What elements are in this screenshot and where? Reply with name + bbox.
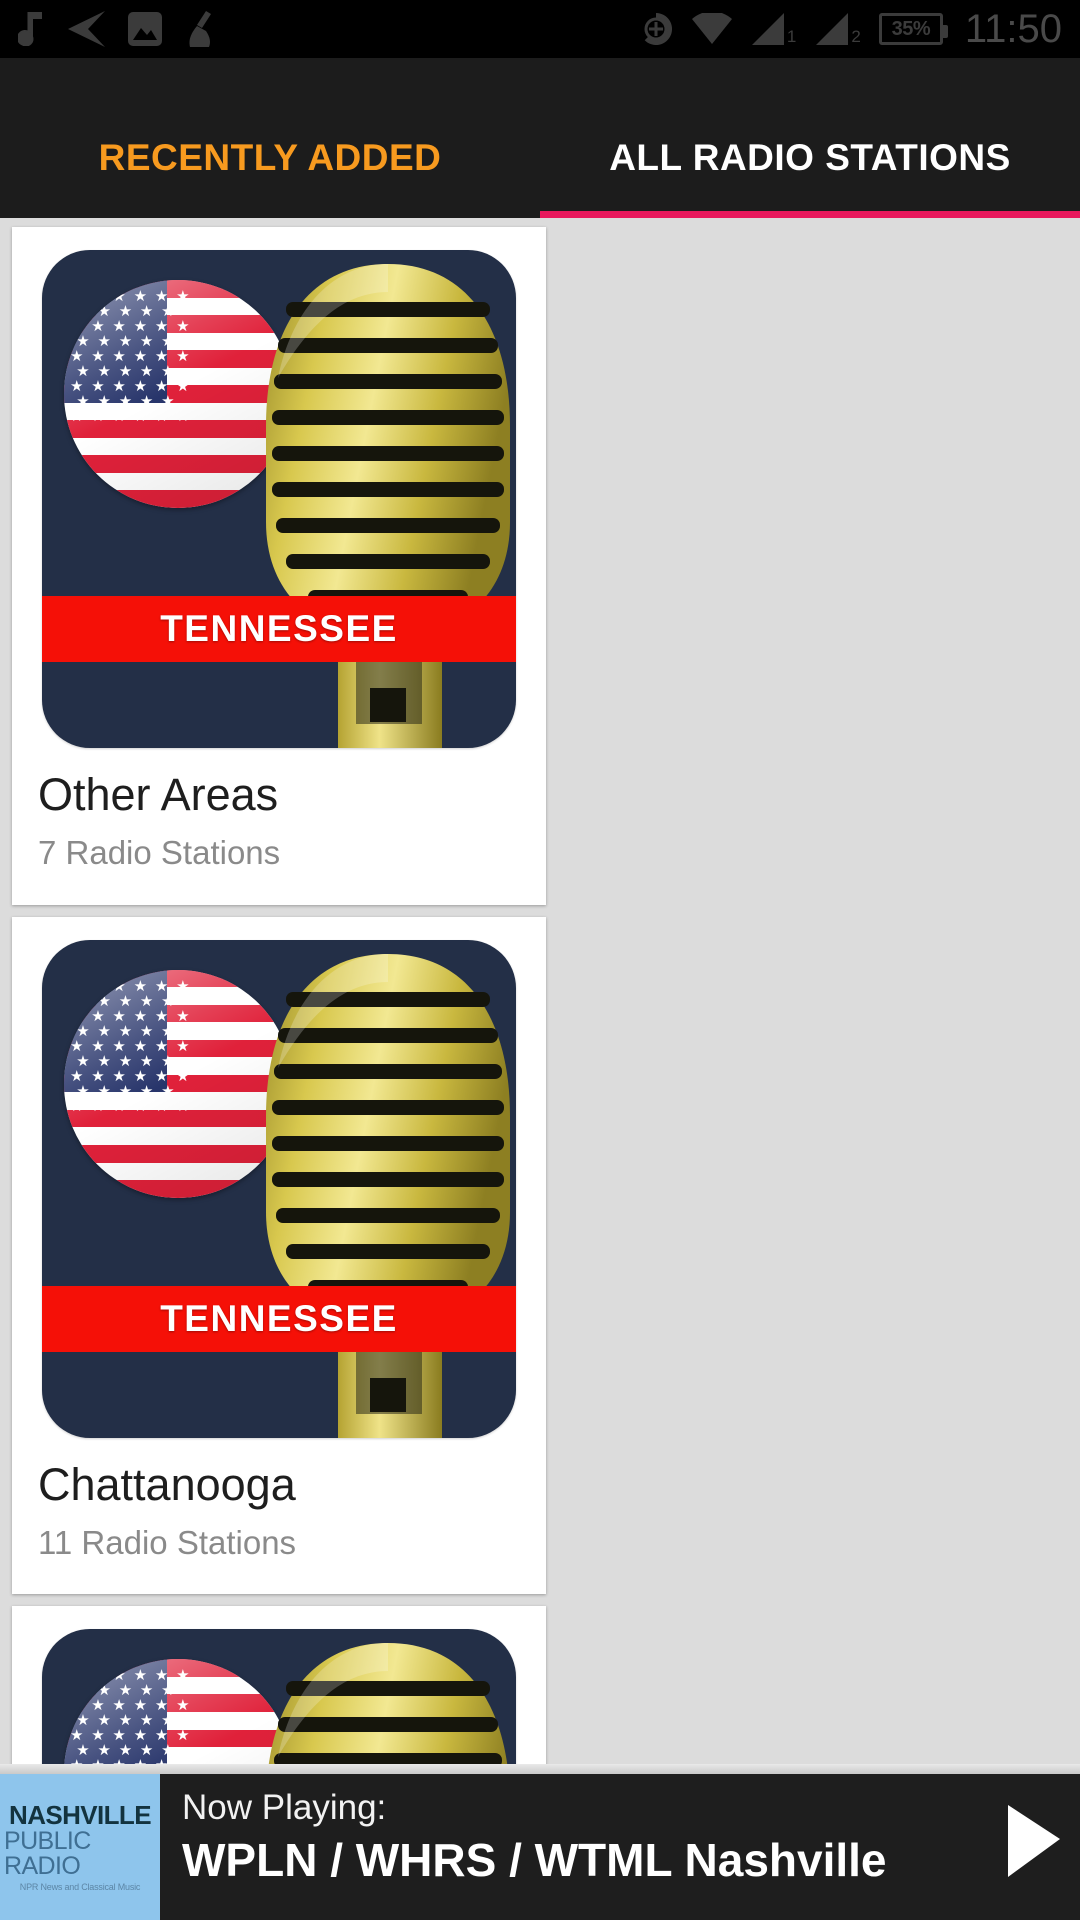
tennessee-banner-label: TENNESSEE <box>160 1297 398 1339</box>
now-playing-divider <box>0 1764 1080 1774</box>
sim2-label: 2 <box>851 27 861 46</box>
now-playing-label: Now Playing: <box>182 1788 387 1827</box>
play-button[interactable] <box>984 1774 1080 1920</box>
sim1-label: 1 <box>786 27 797 46</box>
play-icon <box>1008 1805 1060 1877</box>
station-group-title: Chattanooga <box>38 1458 296 1510</box>
station-group-artwork: ★ ★ ★ ★ ★ ★ ★ ★ ★ ★ ★ ★ ★ ★ ★ ★ ★ ★ ★ ★ … <box>12 227 546 764</box>
status-bar-notifications <box>18 11 220 47</box>
tennessee-banner-label: TENNESSEE <box>160 608 398 649</box>
tab-all-radio-stations[interactable]: ALL RADIO STATIONS <box>540 58 1080 218</box>
tab-bar: RECENTLY ADDED ALL RADIO STATIONS <box>0 58 1080 218</box>
tab-all-radio-stations-label: ALL RADIO STATIONS <box>609 137 1011 178</box>
cell-signal-sim1-icon: 1 <box>750 13 796 45</box>
battery-icon: 35% <box>878 13 948 45</box>
status-bar-clock: 11:50 <box>964 6 1062 51</box>
now-playing-info: Now Playing: WPLN / WHRS / WTML Nashvill… <box>160 1774 984 1920</box>
station-group-artwork: ★ ★ ★ ★ ★ ★ ★ ★ ★ ★ ★ ★ ★ ★ ★ ★ ★ ★ ★ ★ … <box>12 916 546 1454</box>
gold-vintage-microphone-icon <box>266 264 510 748</box>
tennessee-banner: TENNESSEE <box>42 596 516 662</box>
station-logo-tagline: NPR News and Classical Music <box>19 1882 141 1892</box>
station-group-subtitle: 11 Radio Stations <box>38 1523 297 1561</box>
station-group-text: Chattanooga 11 Radio Stations <box>12 1454 546 1595</box>
status-bar-system-icons: 1 2 35% 11:50 <box>638 7 1062 52</box>
station-logo-line1: NASHVILLE <box>9 1800 152 1830</box>
cell-signal-sim2-icon: 2 <box>814 13 861 46</box>
station-group-grid: ★ ★ ★ ★ ★ ★ ★ ★ ★ ★ ★ ★ ★ ★ ★ ★ ★ ★ ★ ★ … <box>0 218 1080 1920</box>
station-logo-line2: PUBLIC RADIO <box>4 1827 91 1880</box>
tab-recently-added-label: RECENTLY ADDED <box>98 137 442 178</box>
battery-percent-label: 35% <box>891 17 931 40</box>
wifi-icon <box>691 13 732 44</box>
station-group-title: Other Areas <box>38 769 279 820</box>
station-logo: NASHVILLE PUBLIC RADIO NPR News and Clas… <box>0 1774 160 1920</box>
navigation-arrow-icon <box>68 11 105 47</box>
tennessee-banner: TENNESSEE <box>42 1285 516 1352</box>
status-bar: 1 2 35% 11:50 <box>0 0 1080 58</box>
music-note-icon <box>18 12 42 46</box>
app-screen: 1 2 35% 11:50 RECENTLY ADDED ALL RADIO S… <box>0 0 1080 1920</box>
station-group-text: Other Areas 7 Radio Stations <box>12 764 546 905</box>
tab-recently-added[interactable]: RECENTLY ADDED <box>0 58 540 218</box>
data-saver-plus-icon <box>644 12 672 45</box>
image-icon <box>128 12 162 46</box>
now-playing-station-name: WPLN / WHRS / WTML Nashville <box>182 1834 887 1887</box>
gold-vintage-microphone-icon <box>266 953 510 1438</box>
now-playing-bar[interactable]: NASHVILLE PUBLIC RADIO NPR News and Clas… <box>0 1774 1080 1920</box>
station-group-card[interactable]: ★ ★ ★ ★ ★ ★ ★ ★ ★ ★ ★ ★ ★ ★ ★ ★ ★ ★ ★ ★ … <box>12 916 546 1595</box>
station-group-card[interactable]: ★ ★ ★ ★ ★ ★ ★ ★ ★ ★ ★ ★ ★ ★ ★ ★ ★ ★ ★ ★ … <box>12 227 546 905</box>
station-group-subtitle: 7 Radio Stations <box>38 834 281 872</box>
tab-selected-indicator <box>540 211 1080 218</box>
cleaner-broom-icon <box>189 11 211 47</box>
